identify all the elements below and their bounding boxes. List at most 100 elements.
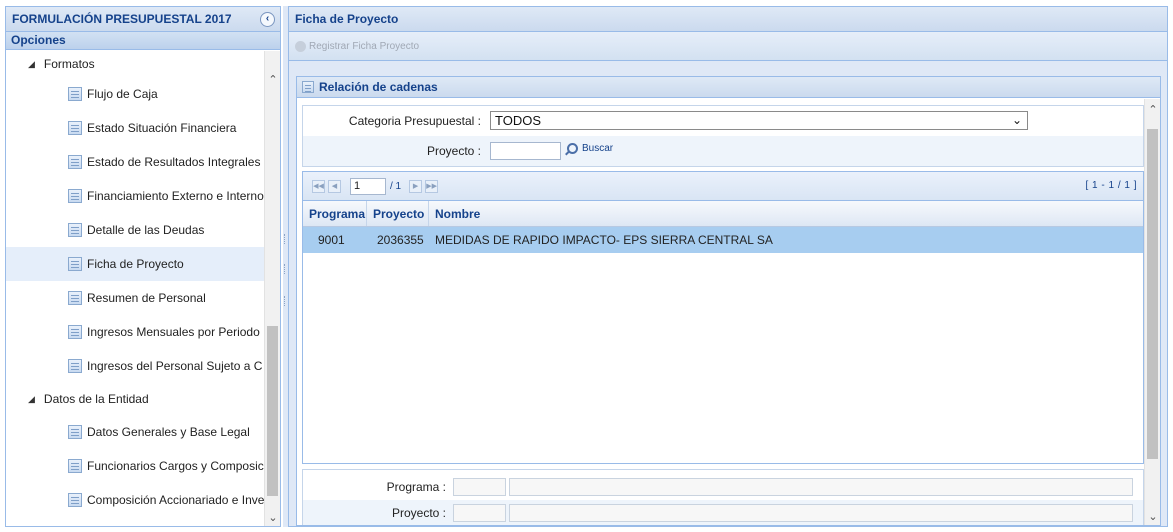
tree-group-label: Formatos [43,57,95,71]
column-header-proyecto[interactable]: Proyecto [367,201,429,226]
tree-item-ingresos-mensuales[interactable]: Ingresos Mensuales por Periodo [6,315,264,349]
tree-item-ingresos-personal[interactable]: Ingresos del Personal Sujeto a C [6,349,264,383]
buscar-label: Buscar [582,143,614,154]
opciones-header: Opciones [6,32,280,50]
filter-row-categoria: Categoria Presupuestal : TODOS ⌄ [303,106,1143,136]
prev-page-icon[interactable]: ◀ [328,179,341,193]
grid-header: Programa Proyecto Nombre [303,201,1143,227]
document-icon [68,459,82,473]
scrollbar-thumb[interactable] [267,326,278,496]
scrollbar-thumb[interactable] [1147,129,1158,459]
first-page-icon[interactable]: ◀◀ [312,179,325,193]
document-icon [68,291,82,305]
tree-item-resumen-personal[interactable]: Resumen de Personal [6,281,264,315]
options-panel-header: FORMULACIÓN PRESUPUESTAL 2017 ‹ [6,7,280,32]
categoria-select[interactable]: TODOS ⌄ [490,111,1028,130]
collapse-panel-icon[interactable]: ‹ [260,12,275,27]
last-page-icon[interactable]: ▶▶ [425,179,439,193]
document-icon [68,155,82,169]
document-icon [68,325,82,339]
tree-group-label: Datos de la Entidad [43,392,149,406]
document-icon [68,425,82,439]
document-icon [68,87,82,101]
tree-item-label: Estado de Resultados Integrales [87,155,261,169]
ficha-panel: Ficha de Proyecto Registrar Ficha Proyec… [288,6,1168,527]
tree-item-label: Composición Accionariado e Inve [87,493,264,507]
tree-item-label: Flujo de Caja [87,87,158,101]
expand-triangle-icon[interactable]: ◢ [28,394,35,405]
tree-item-financiamiento[interactable]: Financiamiento Externo e Interno [6,179,264,213]
relacion-cadenas-header: Relación de cadenas [297,77,1160,98]
detail-row-proyecto: Proyecto : [303,500,1143,525]
ficha-panel-title: Ficha de Proyecto [289,7,1167,32]
pager: ◀◀ ◀ 1 / 1 ▶ ▶▶ [ 1 - 1 / 1 ] [303,172,1143,201]
tree-item-detalle-deudas[interactable]: Detalle de las Deudas [6,213,264,247]
detail-proyecto-name-field [509,504,1133,522]
splitter-grip-icon [284,264,286,274]
register-icon [295,40,306,52]
document-icon [68,121,82,135]
cell-programa: 9001 [318,233,345,247]
detail-form: Programa : Proyecto : [302,469,1144,525]
scroll-down-icon[interactable]: ⌄ [265,511,280,524]
tree-group-datos-entidad[interactable]: ◢ Datos de la Entidad [6,383,264,415]
proyecto-label: Proyecto : [426,144,481,158]
table-row[interactable]: 9001 2036355 MEDIDAS DE RAPIDO IMPACTO- … [303,227,1143,253]
detail-programa-label: Programa : [386,480,446,494]
document-icon [68,189,82,203]
column-header-programa[interactable]: Programa [303,201,367,226]
detail-programa-code-field [453,478,506,496]
cell-proyecto: 2036355 [377,233,424,247]
page-number-input[interactable]: 1 [350,177,386,195]
expand-triangle-icon[interactable]: ◢ [28,59,35,70]
app-title: FORMULACIÓN PRESUPUESTAL 2017 [12,12,232,26]
scroll-up-icon[interactable]: ⌃ [1145,103,1160,116]
scroll-up-icon[interactable]: ⌃ [265,73,280,86]
tree-item-ficha-de-proyecto[interactable]: Ficha de Proyecto [6,247,264,281]
tree-item-composicion[interactable]: Composición Accionariado e Inve [6,483,264,517]
tree-scrollbar[interactable]: ⌃ ⌄ [264,51,280,526]
document-icon [68,223,82,237]
detail-row-programa: Programa : [303,474,1143,500]
tree-item-estado-situacion-financiera[interactable]: Estado Situación Financiera [6,111,264,145]
detail-proyecto-label: Proyecto : [391,506,446,520]
document-icon [68,359,82,373]
next-page-icon[interactable]: ▶ [409,179,423,193]
options-panel: FORMULACIÓN PRESUPUESTAL 2017 ‹ Opciones… [5,6,281,527]
tree-item-funcionarios[interactable]: Funcionarios Cargos y Composic [6,449,264,483]
filter-form: Categoria Presupuestal : TODOS ⌄ Proyect… [302,105,1144,167]
record-range: [ 1 - 1 / 1 ] [1085,180,1137,191]
panel-scrollbar[interactable]: ⌃ ⌄ [1144,99,1160,525]
cadenas-grid: ◀◀ ◀ 1 / 1 ▶ ▶▶ [ 1 - 1 / 1 ] Programa P… [302,171,1144,464]
tree-item-datos-generales[interactable]: Datos Generales y Base Legal [6,415,264,449]
scroll-down-icon[interactable]: ⌄ [1145,510,1160,523]
tree-item-label: Ingresos del Personal Sujeto a C [87,359,263,373]
tree-item-estado-resultados[interactable]: Estado de Resultados Integrales [6,145,264,179]
tree-item-flujo-de-caja[interactable]: Flujo de Caja [6,77,264,111]
relacion-cadenas-panel: Relación de cadenas Categoria Presupuest… [296,76,1161,526]
chevron-down-icon: ⌄ [1011,113,1022,127]
tree-item-label: Estado Situación Financiera [87,121,237,135]
document-icon [68,257,82,271]
register-ficha-button[interactable]: Registrar Ficha Proyecto [309,41,419,52]
cell-nombre: MEDIDAS DE RAPIDO IMPACTO- EPS SIERRA CE… [435,233,773,247]
search-icon [567,143,578,154]
tree-item-label: Datos Generales y Base Legal [87,425,250,439]
tree-item-label: Funcionarios Cargos y Composic [87,459,264,473]
categoria-label: Categoria Presupuestal : [348,114,481,128]
detail-programa-name-field [509,478,1133,496]
proyecto-input[interactable] [490,142,561,160]
tree-group-formatos[interactable]: ◢ Formatos [6,51,264,77]
tree-item-label: Ficha de Proyecto [87,257,184,271]
grid-icon [302,81,314,93]
splitter-grip-icon [284,234,286,244]
document-icon [68,493,82,507]
categoria-select-value: TODOS [495,113,541,128]
column-header-nombre[interactable]: Nombre [429,201,549,226]
filter-row-proyecto: Proyecto : Buscar [303,136,1143,166]
detail-proyecto-code-field [453,504,506,522]
tree-item-label: Detalle de las Deudas [87,223,205,237]
buscar-button[interactable]: Buscar [567,143,613,154]
tree-item-label: Resumen de Personal [87,291,206,305]
toolbar: Registrar Ficha Proyecto [289,32,1167,61]
